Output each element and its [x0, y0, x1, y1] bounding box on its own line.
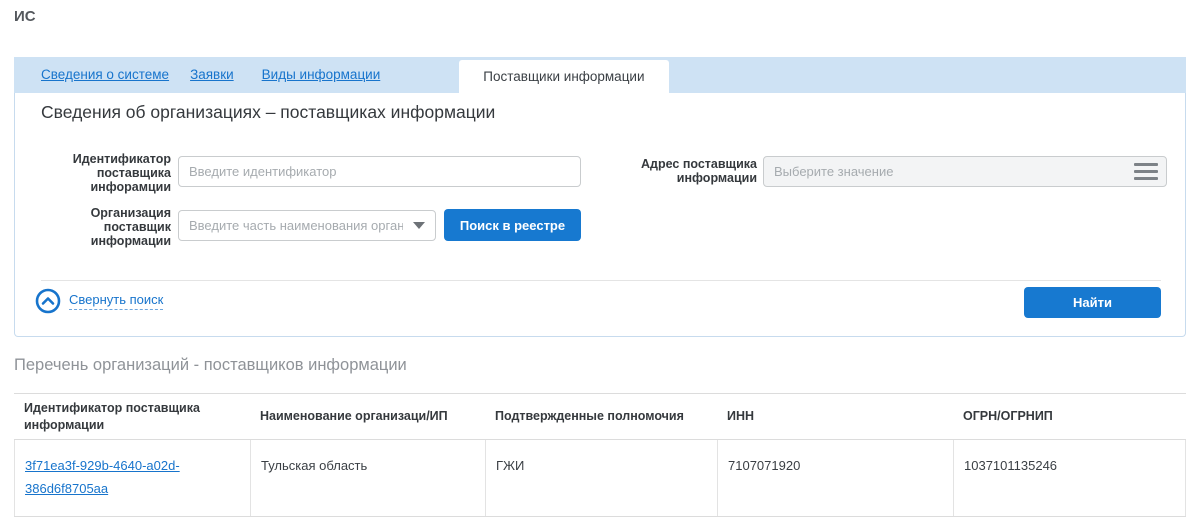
tab-information-providers[interactable]: Поставщики информации: [459, 60, 669, 93]
provider-id-cell: 3f71ea3f-929b-4640-a02d-386d6f8705aa: [14, 440, 250, 516]
organization-label: Организация поставщик информации: [90, 206, 171, 248]
provider-id-link[interactable]: 3f71ea3f-929b-4640-a02d-386d6f8705aa: [25, 458, 180, 496]
registry-search-button[interactable]: Поиск в реестре: [444, 209, 581, 241]
chevron-up-circle-icon: [35, 288, 61, 314]
organization-combobox: [178, 210, 436, 241]
menu-icon[interactable]: [1134, 163, 1158, 180]
column-header-organization-name: Наименование организаци/ИП: [260, 409, 448, 423]
collapse-search-link[interactable]: Свернуть поиск: [35, 288, 164, 314]
column-header-inn: ИНН: [727, 409, 755, 423]
provider-inn-cell: 7107071920: [717, 440, 953, 516]
provider-ogrn-cell: 1037101135246: [953, 440, 1186, 516]
address-input[interactable]: [763, 156, 1167, 187]
results-title: Перечень организаций - поставщиков инфор…: [14, 356, 407, 374]
provider-authority-cell: ГЖИ: [485, 440, 717, 516]
identifier-label: Идентификатор поставщика инфорамции: [72, 152, 171, 194]
column-header-provider-id: Идентификатор поставщика информации: [24, 400, 200, 432]
page-title: ИС: [14, 8, 36, 25]
column-header-confirmed-authority: Подтвержденные полномочия: [495, 409, 684, 423]
address-field: [763, 156, 1167, 187]
tab-information-types[interactable]: Виды информации: [262, 67, 381, 82]
providers-table: Идентификатор поставщика информации Наим…: [14, 393, 1186, 517]
find-button[interactable]: Найти: [1024, 287, 1161, 318]
identifier-input[interactable]: [178, 156, 581, 187]
address-label: Адрес поставщика информации: [641, 157, 757, 185]
search-panel-title: Сведения об организациях – поставщиках и…: [41, 102, 496, 122]
tab-requests[interactable]: Заявки: [190, 67, 234, 82]
tab-system-info[interactable]: Сведения о системе: [41, 67, 169, 82]
table-row: 3f71ea3f-929b-4640-a02d-386d6f8705aa Тул…: [14, 440, 1186, 517]
provider-name-cell: Тульская область: [250, 440, 485, 516]
table-header-row: Идентификатор поставщика информации Наим…: [14, 393, 1186, 440]
organization-input[interactable]: [178, 210, 436, 241]
search-panel: Сведения об организациях – поставщиках и…: [14, 93, 1186, 337]
column-header-ogrn: ОГРН/ОГРНИП: [963, 409, 1053, 423]
chevron-down-icon[interactable]: [413, 222, 425, 229]
divider: [41, 280, 1161, 281]
tabs-bar: Сведения о системе Заявки Виды информаци…: [14, 57, 1186, 93]
collapse-search-label: Свернуть поиск: [69, 292, 164, 310]
